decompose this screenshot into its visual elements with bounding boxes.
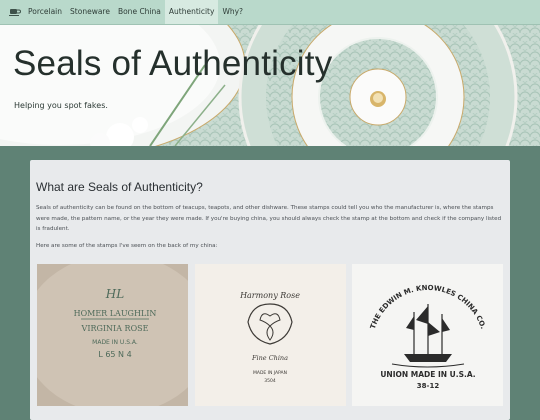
stamp-line: HOMER LAUGHLIN — [74, 309, 157, 318]
nav-item-why[interactable]: Why? — [218, 0, 247, 24]
stamp-image-edwin-knowles: THE EDWIN M. KNOWLES CHINA CO. UNION MAD… — [352, 264, 503, 406]
stamp-line: MADE IN U.S.A. — [92, 339, 138, 346]
hero-banner: Seals of Authenticity Helping you spot f… — [0, 25, 540, 146]
stamp-line: VIRGINIA ROSE — [81, 324, 149, 333]
stamps-intro-paragraph: Here are some of the stamps I've seem on… — [36, 243, 218, 249]
stamp-image-harmony-rose: Harmony Rose Fine China MADE IN JAPAN 35… — [195, 264, 346, 406]
teacup-icon[interactable] — [6, 0, 24, 24]
stamp-line: MADE IN JAPAN — [253, 370, 287, 376]
nav-item-bone-china[interactable]: Bone China — [114, 0, 165, 24]
intro-paragraph: Seals of authenticity can be found on th… — [36, 205, 502, 232]
hero-subtitle: Helping you spot fakes. — [14, 101, 108, 110]
stamp-line: 38-12 — [417, 382, 440, 390]
stamp-line: UNION MADE IN U.S.A. — [380, 370, 475, 379]
stamp-line: L 65 N 4 — [98, 350, 131, 359]
stamp-image-homer-laughlin: HL HOMER LAUGHLIN VIRGINIA ROSE MADE IN … — [37, 264, 188, 406]
section-heading: What are Seals of Authenticity? — [36, 180, 203, 194]
nav-item-stoneware[interactable]: Stoneware — [66, 0, 114, 24]
stamp-line: 3504 — [264, 378, 276, 384]
nav-item-authenticity[interactable]: Authenticity — [164, 0, 219, 24]
nav-item-porcelain[interactable]: Porcelain — [24, 0, 66, 24]
stamp-line: Harmony Rose — [239, 291, 300, 300]
top-navbar: Porcelain Stoneware Bone China Authentic… — [0, 0, 540, 25]
stamp-monogram: HL — [105, 287, 124, 301]
stamp-line: Fine China — [251, 354, 288, 362]
hero-title: Seals of Authenticity — [13, 44, 333, 83]
content-card: What are Seals of Authenticity? Seals of… — [30, 160, 510, 420]
